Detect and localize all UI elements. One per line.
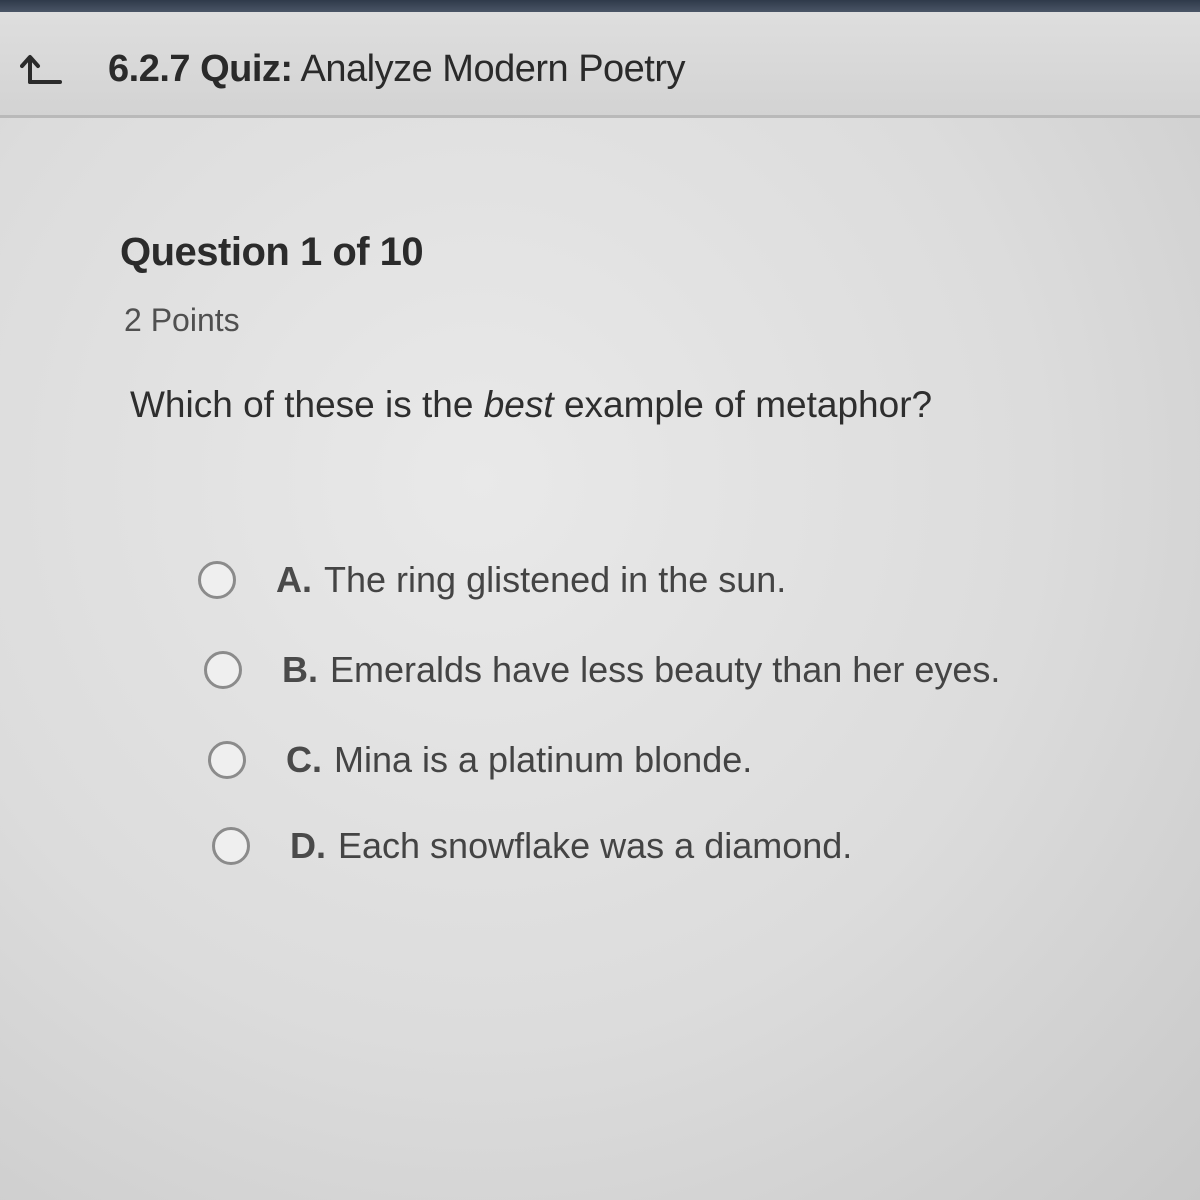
prompt-text-start: Which of these is the bbox=[130, 384, 484, 425]
option-text: Mina is a platinum blonde. bbox=[334, 739, 753, 780]
radio-button-b[interactable] bbox=[204, 651, 242, 689]
back-arrow-icon[interactable] bbox=[20, 52, 64, 86]
option-text: The ring glistened in the sun. bbox=[324, 559, 787, 600]
radio-button-a[interactable] bbox=[198, 561, 236, 599]
option-text: Each snowflake was a diamond. bbox=[338, 825, 853, 866]
quiz-header: 6.2.7 Quiz: Analyze Modern Poetry bbox=[0, 12, 1200, 118]
answer-option-b[interactable]: B. Emeralds have less beauty than her ey… bbox=[204, 642, 1000, 698]
quiz-name: Analyze Modern Poetry bbox=[300, 48, 686, 90]
option-letter: C. bbox=[286, 739, 322, 780]
quiz-title: 6.2.7 Quiz: Analyze Modern Poetry bbox=[108, 48, 686, 91]
prompt-text-end: example of metaphor? bbox=[553, 384, 933, 425]
option-letter: B. bbox=[282, 649, 318, 690]
radio-button-d[interactable] bbox=[212, 827, 250, 865]
prompt-emphasis: best bbox=[483, 384, 554, 425]
option-text: Emeralds have less beauty than her eyes. bbox=[330, 649, 1001, 690]
quiz-kind: Quiz: bbox=[200, 48, 293, 90]
window-top-bar bbox=[0, 0, 1200, 12]
answer-option-a[interactable]: A. The ring glistened in the sun. bbox=[198, 552, 786, 608]
option-letter: A. bbox=[276, 559, 312, 600]
answer-option-d[interactable]: D. Each snowflake was a diamond. bbox=[212, 818, 852, 874]
question-number: Question 1 of 10 bbox=[120, 230, 424, 274]
question-points: 2 Points bbox=[124, 302, 240, 338]
question-prompt: Which of these is the best example of me… bbox=[130, 384, 932, 426]
answer-option-c[interactable]: C. Mina is a platinum blonde. bbox=[208, 732, 752, 788]
quiz-code: 6.2.7 bbox=[108, 48, 191, 90]
radio-button-c[interactable] bbox=[208, 741, 246, 779]
option-letter: D. bbox=[290, 825, 326, 866]
